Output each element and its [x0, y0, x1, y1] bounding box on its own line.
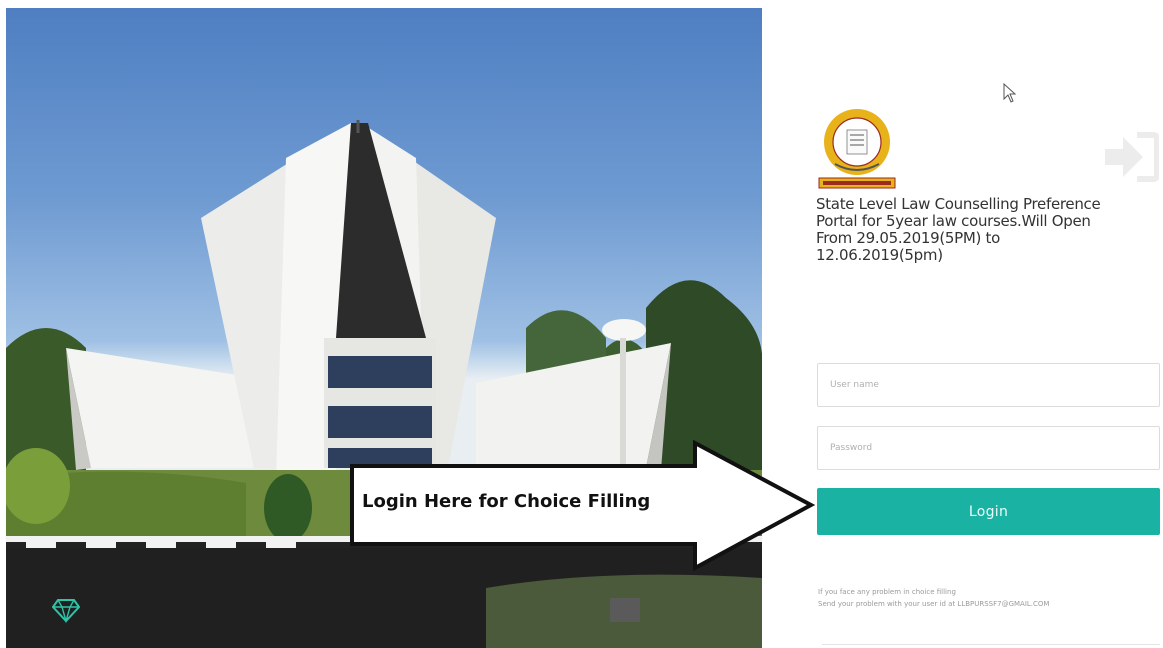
- university-logo: [818, 109, 896, 189]
- username-input[interactable]: [817, 363, 1160, 407]
- sign-in-icon: [1105, 132, 1159, 182]
- help-text: If you face any problem in choice fillin…: [818, 586, 1163, 610]
- password-input[interactable]: [817, 426, 1160, 470]
- notice-text: State Level Law Counselling Preference P…: [816, 195, 1101, 264]
- help-line-1: If you face any problem in choice fillin…: [818, 588, 956, 596]
- login-button[interactable]: Login: [817, 488, 1160, 535]
- help-line-2: Send your problem with your user id at L…: [818, 600, 1050, 608]
- divider: [822, 644, 1160, 645]
- gem-icon[interactable]: [52, 597, 80, 623]
- callout-text: Login Here for Choice Filling: [362, 491, 651, 512]
- mouse-cursor-icon: [1003, 83, 1017, 103]
